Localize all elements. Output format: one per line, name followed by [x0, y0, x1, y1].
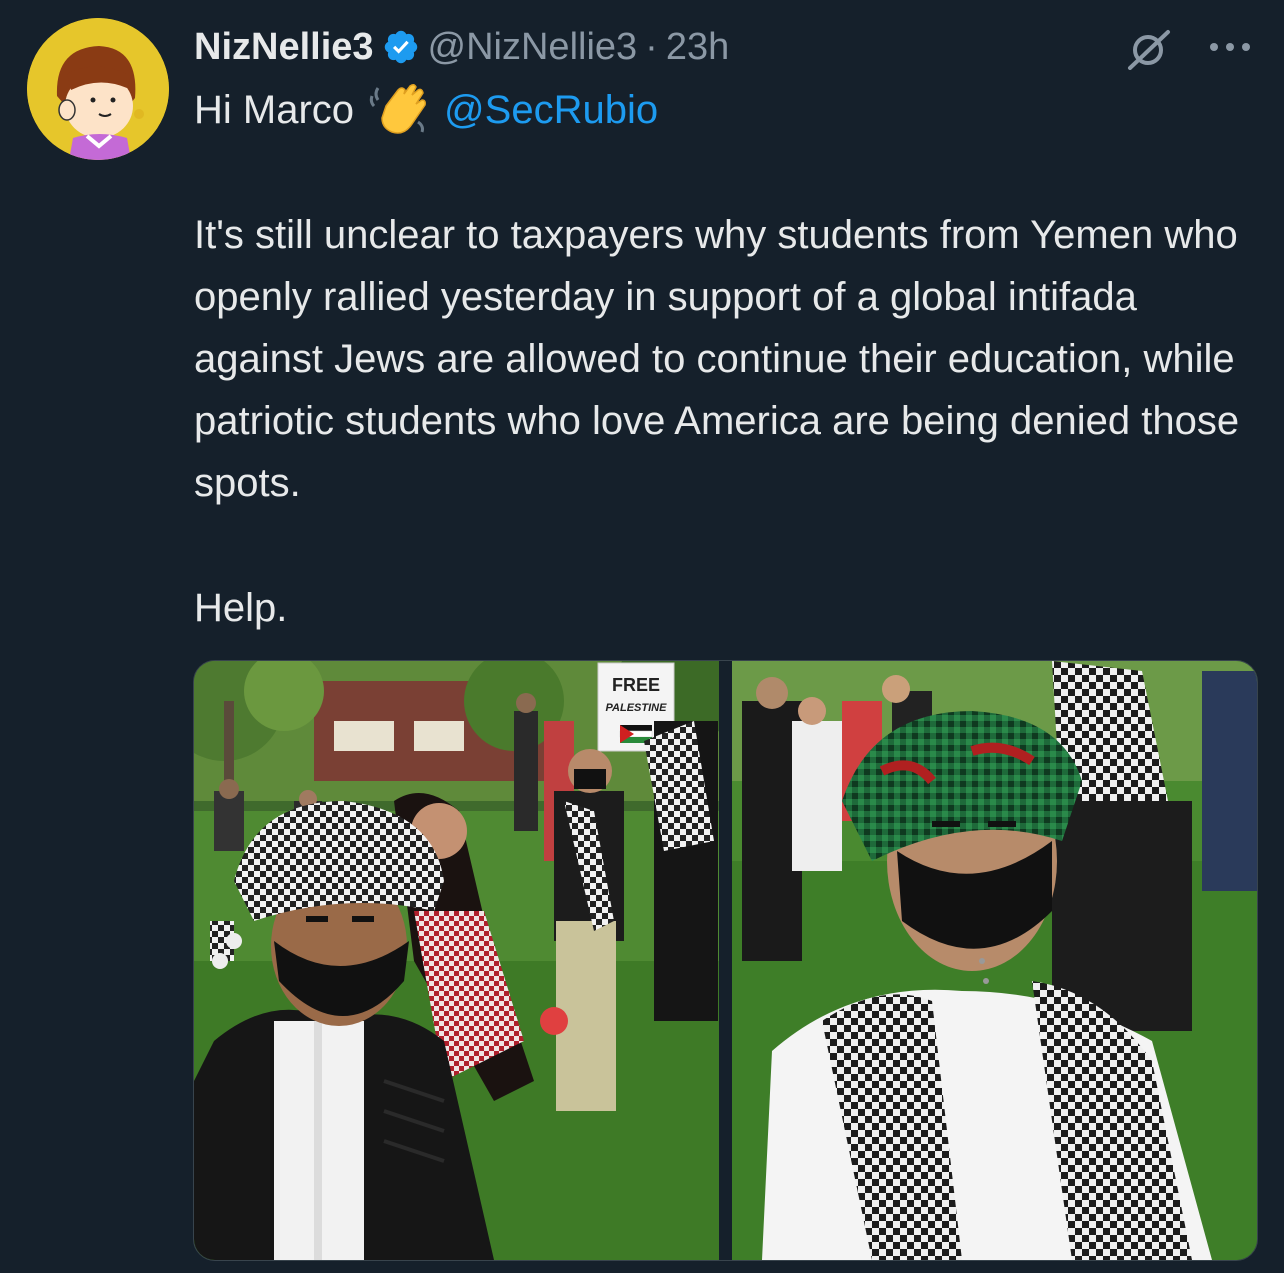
greeting-text: Hi Marco [194, 87, 355, 132]
sign-text-palestine: PALESTINE [606, 702, 668, 714]
user-handle[interactable]: @NizNellie3 [428, 26, 638, 69]
tweet-body: It's still unclear to taxpayers why stud… [194, 213, 1240, 505]
timestamp[interactable]: 23h [666, 26, 729, 69]
verified-badge-icon [382, 28, 420, 66]
sign-text-free: FREE [612, 675, 660, 695]
tweet-header: NizNellie3 @NizNellie3 · 23h [194, 22, 729, 72]
photo-left[interactable]: FREE PALESTINE [194, 661, 719, 1260]
media-grid[interactable]: FREE PALESTINE [193, 660, 1258, 1261]
waving-hand-emoji [368, 82, 430, 138]
separator-dot: · [645, 25, 658, 68]
mention-link[interactable]: @SecRubio [444, 88, 658, 133]
avatar[interactable] [27, 18, 169, 160]
photo-right[interactable] [732, 661, 1257, 1260]
more-icon[interactable] [1206, 30, 1254, 64]
grok-icon[interactable] [1126, 28, 1174, 70]
tweet-closing: Help. [194, 586, 288, 630]
display-name[interactable]: NizNellie3 [194, 26, 374, 69]
tweet-greeting-line: Hi Marco @SecRubio [194, 82, 658, 138]
